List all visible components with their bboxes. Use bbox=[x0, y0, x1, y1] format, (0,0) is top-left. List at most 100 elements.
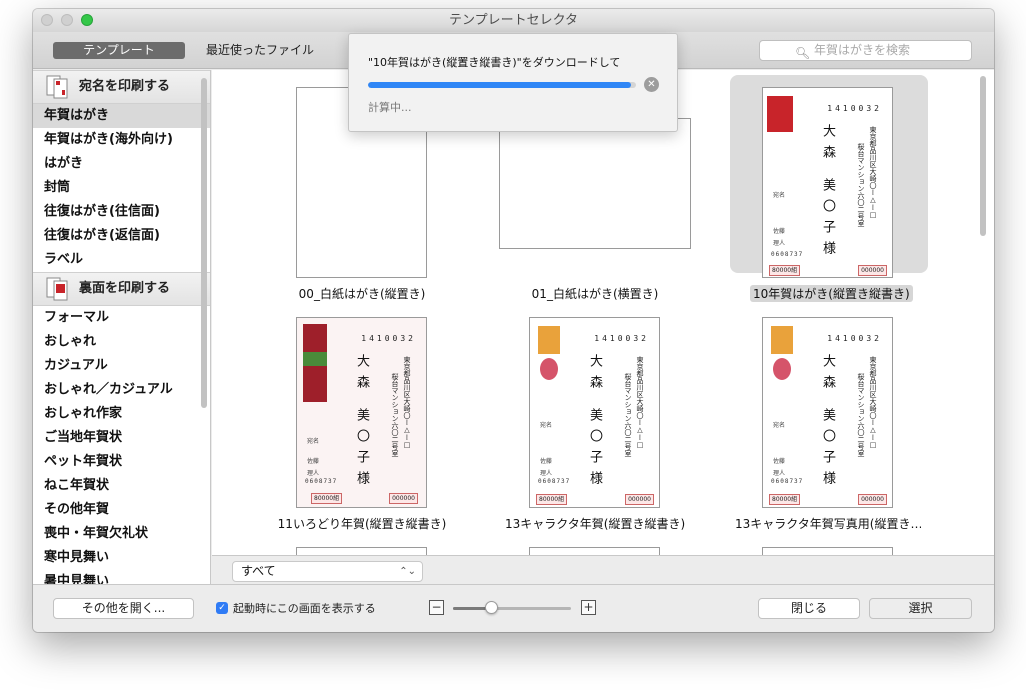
postcard-address: 東京都品川区大崎〇ー△ー□ bbox=[869, 126, 877, 219]
template-caption: 00_白紙はがき(縦置き) bbox=[298, 287, 426, 301]
filter-popup[interactable]: すべて ⌃⌄ bbox=[232, 561, 423, 582]
template-thumbnail[interactable] bbox=[762, 547, 893, 555]
postcard-lottery-box: 000000 bbox=[858, 494, 887, 505]
postcard-lottery-box: 80000組 bbox=[769, 265, 801, 276]
template-thumbnail-irodori[interactable]: 1410032 東京都品川区大崎〇ー△ー□ 桜台マンション六〇二号室 大森 美〇… bbox=[296, 317, 427, 508]
minimize-window-button[interactable] bbox=[61, 14, 73, 26]
sidebar-item-reply-return[interactable]: 往復はがき(返信面) bbox=[33, 224, 210, 248]
postcard-name-given: 美〇子様 bbox=[354, 408, 369, 492]
postcard-sender-zip: 0608737 bbox=[771, 478, 804, 485]
download-title: "10年賀はがき(縦置き縦書き)"をダウンロードして bbox=[368, 56, 620, 69]
sidebar-item-cat[interactable]: ねこ年賀状 bbox=[33, 474, 210, 498]
postcard-lottery-box: 000000 bbox=[625, 494, 654, 505]
postcard-sender-zip: 0608737 bbox=[305, 478, 338, 485]
postcard-zip: 1410032 bbox=[594, 334, 649, 343]
sidebar-item-reply-outgoing[interactable]: 往復はがき(往信面) bbox=[33, 200, 210, 224]
postcard-side-label: 佐藤 bbox=[540, 458, 553, 465]
postcard-name-family: 大森 bbox=[820, 354, 835, 396]
postcard-name-family: 大森 bbox=[820, 124, 835, 166]
postcard-side-label: 佐藤 bbox=[773, 458, 786, 465]
template-thumbnail-nenga-vertical[interactable]: 1410032 東京都品川区大崎〇ー△ー□ 桜台マンション六〇二号室 大森 美〇… bbox=[762, 87, 893, 278]
sidebar-item-other[interactable]: その他年賀 bbox=[33, 498, 210, 522]
sidebar-item-winter[interactable]: 寒中見舞い bbox=[33, 546, 210, 570]
zoom-in-button[interactable]: + bbox=[581, 600, 596, 615]
postcard-address: 東京都品川区大崎〇ー△ー□ bbox=[636, 356, 644, 449]
address-card-icon bbox=[46, 75, 68, 99]
postcard-name-family: 大森 bbox=[354, 354, 369, 396]
postcard-sender-zip: 0608737 bbox=[538, 478, 571, 485]
postcard-side-label: 宛名 bbox=[307, 438, 320, 445]
template-thumbnail-blank-landscape[interactable] bbox=[499, 118, 691, 249]
search-input[interactable]: 🔍︎ 年賀はがきを検索 bbox=[759, 40, 972, 61]
sidebar-section-back[interactable]: 裏面を印刷する bbox=[33, 272, 210, 306]
template-grid: 00_白紙はがき(縦置き) 01_白紙はがき(横置き) 1410032 東京都品… bbox=[212, 70, 994, 555]
postcard-building: 桜台マンション六〇二号室 bbox=[391, 373, 399, 457]
postcard-sender-zip: 0608737 bbox=[771, 251, 804, 258]
sidebar-item-local[interactable]: ご当地年賀状 bbox=[33, 426, 210, 450]
postcard-building: 桜台マンション六〇二号室 bbox=[857, 143, 865, 227]
window-title: テンプレートセレクタ bbox=[448, 13, 579, 28]
postcard-lottery-box: 000000 bbox=[389, 493, 418, 504]
postcard-name-given: 美〇子様 bbox=[587, 408, 602, 492]
template-thumbnail-character-photo[interactable]: 1410032 東京都品川区大崎〇ー△ー□ 桜台マンション六〇二号室 大森 美〇… bbox=[762, 317, 893, 508]
content-scrollbar[interactable] bbox=[980, 76, 986, 236]
postcard-zip: 1410032 bbox=[827, 334, 882, 343]
updown-chevron-icon: ⌃⌄ bbox=[399, 566, 416, 577]
sidebar-item-summer[interactable]: 暑中見舞い bbox=[33, 570, 210, 584]
zoom-slider[interactable] bbox=[453, 607, 571, 610]
postcard-lottery-box: 000000 bbox=[858, 265, 887, 276]
sidebar-item-stylish-casual[interactable]: おしゃれ／カジュアル bbox=[33, 378, 210, 402]
sidebar-item-label[interactable]: ラベル bbox=[33, 248, 210, 272]
template-thumbnail[interactable] bbox=[296, 547, 427, 555]
character-illustration bbox=[538, 326, 560, 354]
character-illustration bbox=[540, 358, 558, 380]
postcard-side-label: 理人 bbox=[773, 240, 786, 247]
search-placeholder: 年賀はがきを検索 bbox=[814, 43, 911, 57]
tab-template[interactable]: テンプレート bbox=[53, 42, 185, 59]
zoom-slider-knob[interactable] bbox=[484, 601, 498, 614]
filter-bar: すべて ⌃⌄ bbox=[212, 555, 994, 584]
show-at-startup-checkbox[interactable]: ✓ bbox=[216, 602, 228, 614]
postcard-side-label: 理人 bbox=[773, 470, 786, 477]
download-progress-bar bbox=[368, 82, 636, 88]
postcard-side-label: 佐藤 bbox=[307, 458, 320, 465]
show-at-startup-label: 起動時にこの画面を表示する bbox=[233, 602, 376, 615]
postcard-name-given: 美〇子様 bbox=[820, 178, 835, 262]
template-caption: 11いろどり年賀(縦置き縦書き) bbox=[277, 517, 447, 531]
sidebar-item-nenga-overseas[interactable]: 年賀はがき(海外向け) bbox=[33, 128, 210, 152]
footer: その他を開く... ✓ 起動時にこの画面を表示する − + 閉じる 選択 bbox=[33, 584, 994, 632]
zoom-out-button[interactable]: − bbox=[429, 600, 444, 615]
sidebar-section-address[interactable]: 宛名を印刷する bbox=[33, 70, 210, 104]
postcard-zip: 1410032 bbox=[827, 104, 882, 113]
postcard-name-family: 大森 bbox=[587, 354, 602, 396]
sidebar-item-casual[interactable]: カジュアル bbox=[33, 354, 210, 378]
sidebar-item-envelope[interactable]: 封筒 bbox=[33, 176, 210, 200]
download-progress-fill bbox=[368, 82, 631, 88]
close-button[interactable]: 閉じる bbox=[758, 598, 860, 619]
template-thumbnail-character[interactable]: 1410032 東京都品川区大崎〇ー△ー□ 桜台マンション六〇二号室 大森 美〇… bbox=[529, 317, 660, 508]
sidebar-scrollbar[interactable] bbox=[201, 78, 207, 408]
sidebar-item-artist[interactable]: おしゃれ作家 bbox=[33, 402, 210, 426]
sidebar-item-mourning[interactable]: 喪中・年賀欠礼状 bbox=[33, 522, 210, 546]
postcard-name-given: 美〇子様 bbox=[820, 408, 835, 492]
template-thumbnail[interactable] bbox=[529, 547, 660, 555]
postcard-address: 東京都品川区大崎〇ー△ー□ bbox=[403, 356, 411, 449]
cancel-download-icon[interactable]: ✕ bbox=[644, 77, 659, 92]
postcard-zip: 1410032 bbox=[361, 334, 416, 343]
close-window-button[interactable] bbox=[41, 14, 53, 26]
sidebar-item-nenga[interactable]: 年賀はがき bbox=[33, 104, 210, 128]
sidebar-item-pet[interactable]: ペット年賀状 bbox=[33, 450, 210, 474]
open-other-button[interactable]: その他を開く... bbox=[53, 598, 194, 619]
zoom-window-button[interactable] bbox=[81, 14, 93, 26]
template-caption-selected: 10年賀はがき(縦置き縦書き) bbox=[750, 285, 913, 302]
sidebar-item-formal[interactable]: フォーマル bbox=[33, 306, 210, 330]
search-icon: 🔍︎ bbox=[795, 46, 811, 60]
postcard-lottery-box: 80000組 bbox=[769, 494, 801, 505]
tab-recent-files[interactable]: 最近使ったファイル bbox=[198, 42, 322, 59]
postcard-side-label: 宛名 bbox=[540, 422, 553, 429]
select-button[interactable]: 選択 bbox=[869, 598, 972, 619]
sidebar-item-stylish[interactable]: おしゃれ bbox=[33, 330, 210, 354]
sidebar-item-hagaki[interactable]: はがき bbox=[33, 152, 210, 176]
postcard-side-label: 佐藤 bbox=[773, 228, 786, 235]
postcard-address: 東京都品川区大崎〇ー△ー□ bbox=[869, 356, 877, 449]
